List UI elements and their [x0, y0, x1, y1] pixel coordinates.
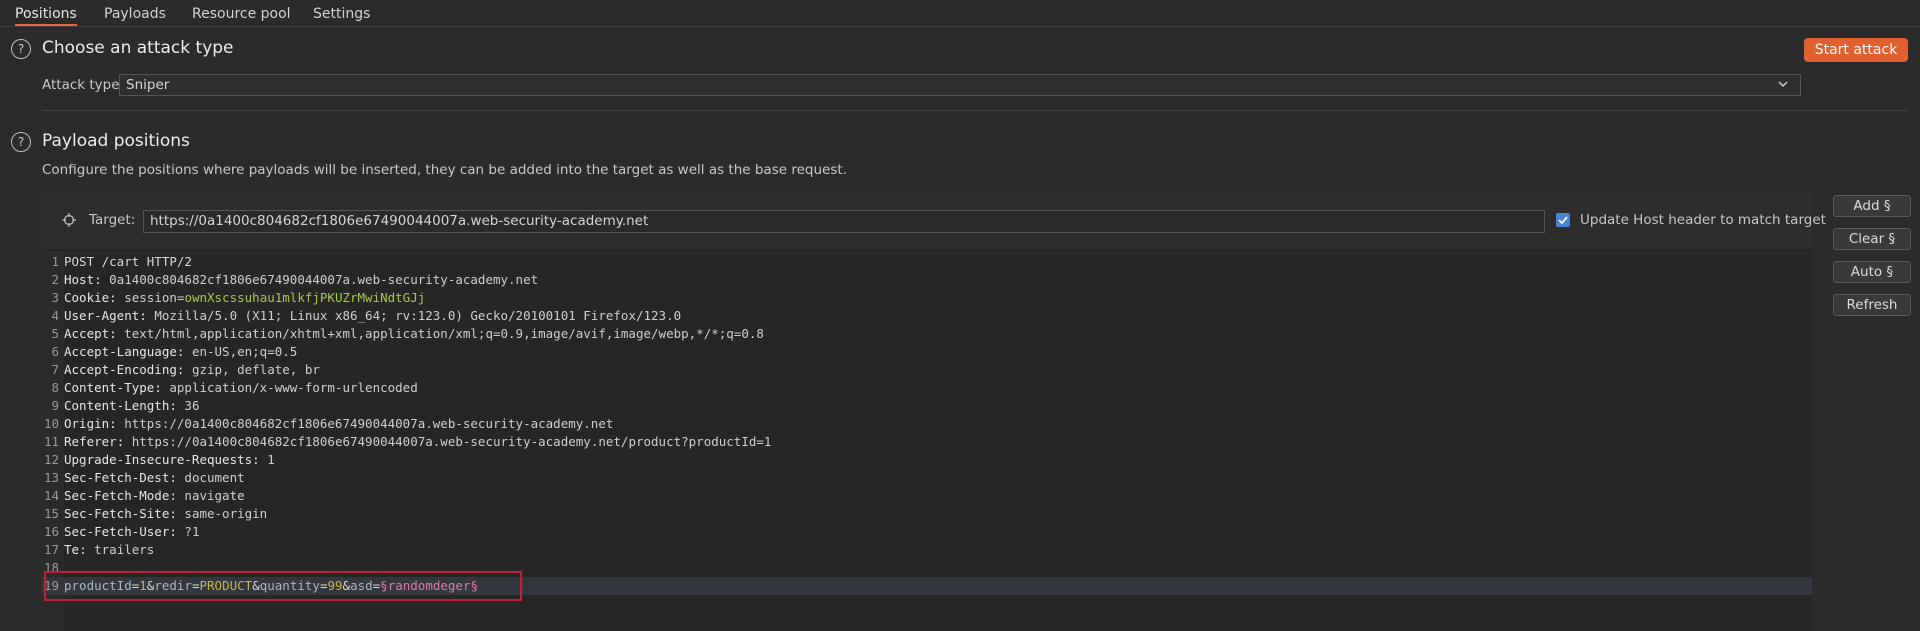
header-value: https://0a1400c804682cf1806e67490044007a… — [124, 416, 614, 431]
header-value: ?1 — [184, 524, 200, 539]
section-divider — [42, 110, 1908, 111]
header-key: Cookie — [64, 290, 110, 305]
question-circle-icon[interactable]: ? — [11, 39, 31, 59]
refresh-button[interactable]: Refresh — [1833, 294, 1911, 316]
header-line: 16 Sec-Fetch-User: ?1 — [43, 524, 200, 539]
request-line-text: POST /cart HTTP/2 — [64, 254, 192, 269]
cookie-value: ownXscssuhau1mlkfjPKUZrMwiNdtGJj — [184, 290, 426, 305]
header-value: 1 — [267, 452, 275, 467]
header-value: trailers — [94, 542, 155, 557]
header-key: Content-Type — [64, 380, 155, 395]
header-key: Content-Length — [64, 398, 170, 413]
auto-marker-button[interactable]: Auto § — [1833, 261, 1911, 283]
header-line: 17 Te: trailers — [43, 542, 155, 557]
payload-positions-description: Configure the positions where payloads w… — [42, 162, 847, 178]
question-circle-icon[interactable]: ? — [11, 132, 31, 152]
header-key: Accept-Encoding — [64, 362, 177, 377]
header-line: 2 Host: 0a1400c804682cf1806e67490044007a.… — [51, 272, 539, 287]
header-line: 3 Cookie: session=ownXscssuhau1mlkfjPKUZr… — [51, 290, 426, 305]
header-value: application/x-www-form-urlencoded — [169, 380, 418, 395]
header-value: Mozilla/5.0 (X11; Linux x86_64; rv:123.0… — [154, 308, 682, 323]
highlight-annotation-box — [44, 571, 522, 601]
header-line: 5 Accept: text/html,application/xhtml+xml… — [51, 326, 764, 341]
header-key: Sec-Fetch-Site — [64, 506, 170, 521]
tab-resource-pool[interactable]: Resource pool — [192, 0, 291, 26]
header-line: 15 Sec-Fetch-Site: same-origin — [43, 506, 268, 521]
update-host-label: Update Host header to match target — [1580, 212, 1826, 228]
header-value: document — [184, 470, 245, 485]
check-icon — [1558, 216, 1568, 225]
header-line: 7 Accept-Encoding: gzip, deflate, br — [51, 362, 320, 377]
header-value: https://0a1400c804682cf1806e67490044007a… — [131, 434, 772, 449]
attack-type-select[interactable]: Sniper — [119, 74, 1801, 96]
header-value: text/html,application/xhtml+xml,applicat… — [124, 326, 764, 341]
add-marker-button[interactable]: Add § — [1833, 195, 1911, 217]
header-line: 12 Upgrade-Insecure-Requests: 1 — [43, 452, 275, 467]
header-key: Upgrade-Insecure-Requests — [64, 452, 253, 467]
header-line: 9 Content-Length: 36 — [51, 398, 200, 413]
header-key: Sec-Fetch-Mode — [64, 488, 170, 503]
header-line: 10 Origin: https://0a1400c804682cf1806e67… — [43, 416, 614, 431]
header-key: Sec-Fetch-Dest — [64, 470, 170, 485]
header-key: User-Agent — [64, 308, 140, 323]
header-value: same-origin — [184, 506, 268, 521]
clear-marker-button[interactable]: Clear § — [1833, 228, 1911, 250]
cookie-name: session= — [124, 290, 185, 305]
header-key: Accept-Language — [64, 344, 177, 359]
header-line: 6 Accept-Language: en-US,en;q=0.5 — [51, 344, 298, 359]
crosshair-icon — [62, 213, 76, 227]
header-key: Accept — [64, 326, 110, 341]
attack-type-title: Choose an attack type — [42, 38, 234, 58]
header-line: 13 Sec-Fetch-Dest: document — [43, 470, 245, 485]
header-value: 36 — [184, 398, 200, 413]
header-value: navigate — [184, 488, 245, 503]
target-label: Target: — [89, 212, 136, 228]
tab-settings[interactable]: Settings — [313, 0, 370, 26]
attack-type-label: Attack type: — [42, 77, 125, 93]
header-value: gzip, deflate, br — [191, 362, 320, 377]
chevron-down-icon — [1778, 81, 1788, 88]
tab-positions[interactable]: Positions — [15, 0, 77, 26]
request-line: 1 POST /cart HTTP/2 — [51, 254, 192, 269]
target-url-input[interactable]: https://0a1400c804682cf1806e67490044007a… — [143, 210, 1545, 233]
start-attack-button[interactable]: Start attack — [1804, 38, 1908, 62]
payload-positions-title: Payload positions — [42, 131, 190, 151]
header-line: 4 User-Agent: Mozilla/5.0 (X11; Linux x86… — [51, 308, 682, 323]
header-key: Host — [64, 272, 95, 287]
attack-type-selected-value: Sniper — [126, 77, 170, 93]
header-value: en-US,en;q=0.5 — [191, 344, 298, 359]
header-line: 11 Referer: https://0a1400c804682cf1806e6… — [43, 434, 772, 449]
update-host-checkbox[interactable] — [1556, 213, 1570, 227]
header-line: 14 Sec-Fetch-Mode: navigate — [43, 488, 245, 503]
header-key: Origin — [64, 416, 110, 431]
tab-bar: Positions Payloads Resource pool Setting… — [0, 0, 1920, 27]
header-line: 8 Content-Type: application/x-www-form-ur… — [51, 380, 418, 395]
tab-payloads[interactable]: Payloads — [104, 0, 166, 26]
header-key: Sec-Fetch-User — [64, 524, 170, 539]
header-key: Referer — [64, 434, 117, 449]
header-key: Te — [64, 542, 80, 557]
header-value: 0a1400c804682cf1806e67490044007a.web-sec… — [109, 272, 539, 287]
